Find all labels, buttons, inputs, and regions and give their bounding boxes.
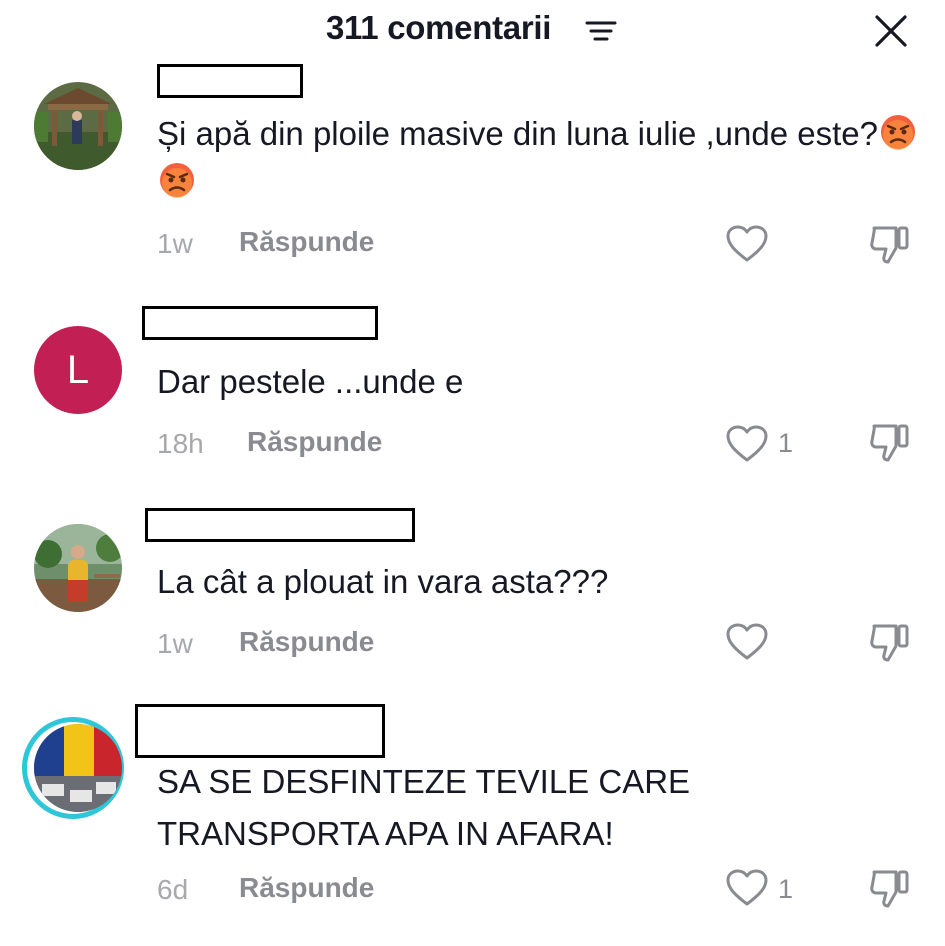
comments-header: 311 comentarii (0, 0, 945, 64)
avatar[interactable]: L (34, 326, 122, 414)
dislike-icon[interactable] (866, 620, 912, 666)
comment-time: 1w (157, 228, 193, 259)
avatar[interactable] (34, 524, 122, 612)
username-redacted[interactable] (135, 704, 385, 758)
avatar[interactable] (34, 724, 122, 812)
like-count: 1 (778, 428, 794, 458)
comment-text: Dar pestele ...unde e (157, 363, 464, 400)
comment-text: La cât a plouat in vara asta??? (157, 563, 609, 600)
heart-icon[interactable] (725, 868, 769, 908)
username-redacted[interactable] (157, 64, 303, 98)
comment-text: SA SE DESFINTEZE TEVILE CARE TRANSPORTA … (157, 763, 691, 852)
reply-button[interactable]: Răspunde (239, 626, 374, 658)
close-icon[interactable] (872, 12, 910, 50)
avatar[interactable] (34, 82, 122, 170)
dislike-icon[interactable] (866, 420, 912, 466)
reply-button[interactable]: Răspunde (239, 872, 374, 904)
username-redacted[interactable] (145, 508, 415, 542)
comments-count-title: 311 comentarii (326, 9, 552, 46)
like-count: 1 (778, 874, 794, 904)
reply-button[interactable]: Răspunde (239, 226, 374, 258)
username-redacted[interactable] (142, 306, 378, 340)
comment-time: 6d (157, 874, 189, 905)
dislike-icon[interactable] (866, 866, 912, 912)
heart-icon[interactable] (725, 622, 769, 662)
filter-icon[interactable] (584, 18, 618, 44)
avatar-letter: L (66, 347, 90, 392)
comment-text: Și apă din ploile masive din luna iulie … (157, 110, 917, 206)
comment-time: 1w (157, 628, 193, 659)
heart-icon[interactable] (725, 424, 769, 464)
reply-button[interactable]: Răspunde (247, 426, 382, 458)
angry-face-emoji-icon (880, 115, 915, 150)
angry-face-emoji-icon (160, 163, 194, 198)
dislike-icon[interactable] (866, 222, 912, 268)
heart-icon[interactable] (725, 224, 769, 264)
comment-time: 18h (157, 428, 204, 459)
